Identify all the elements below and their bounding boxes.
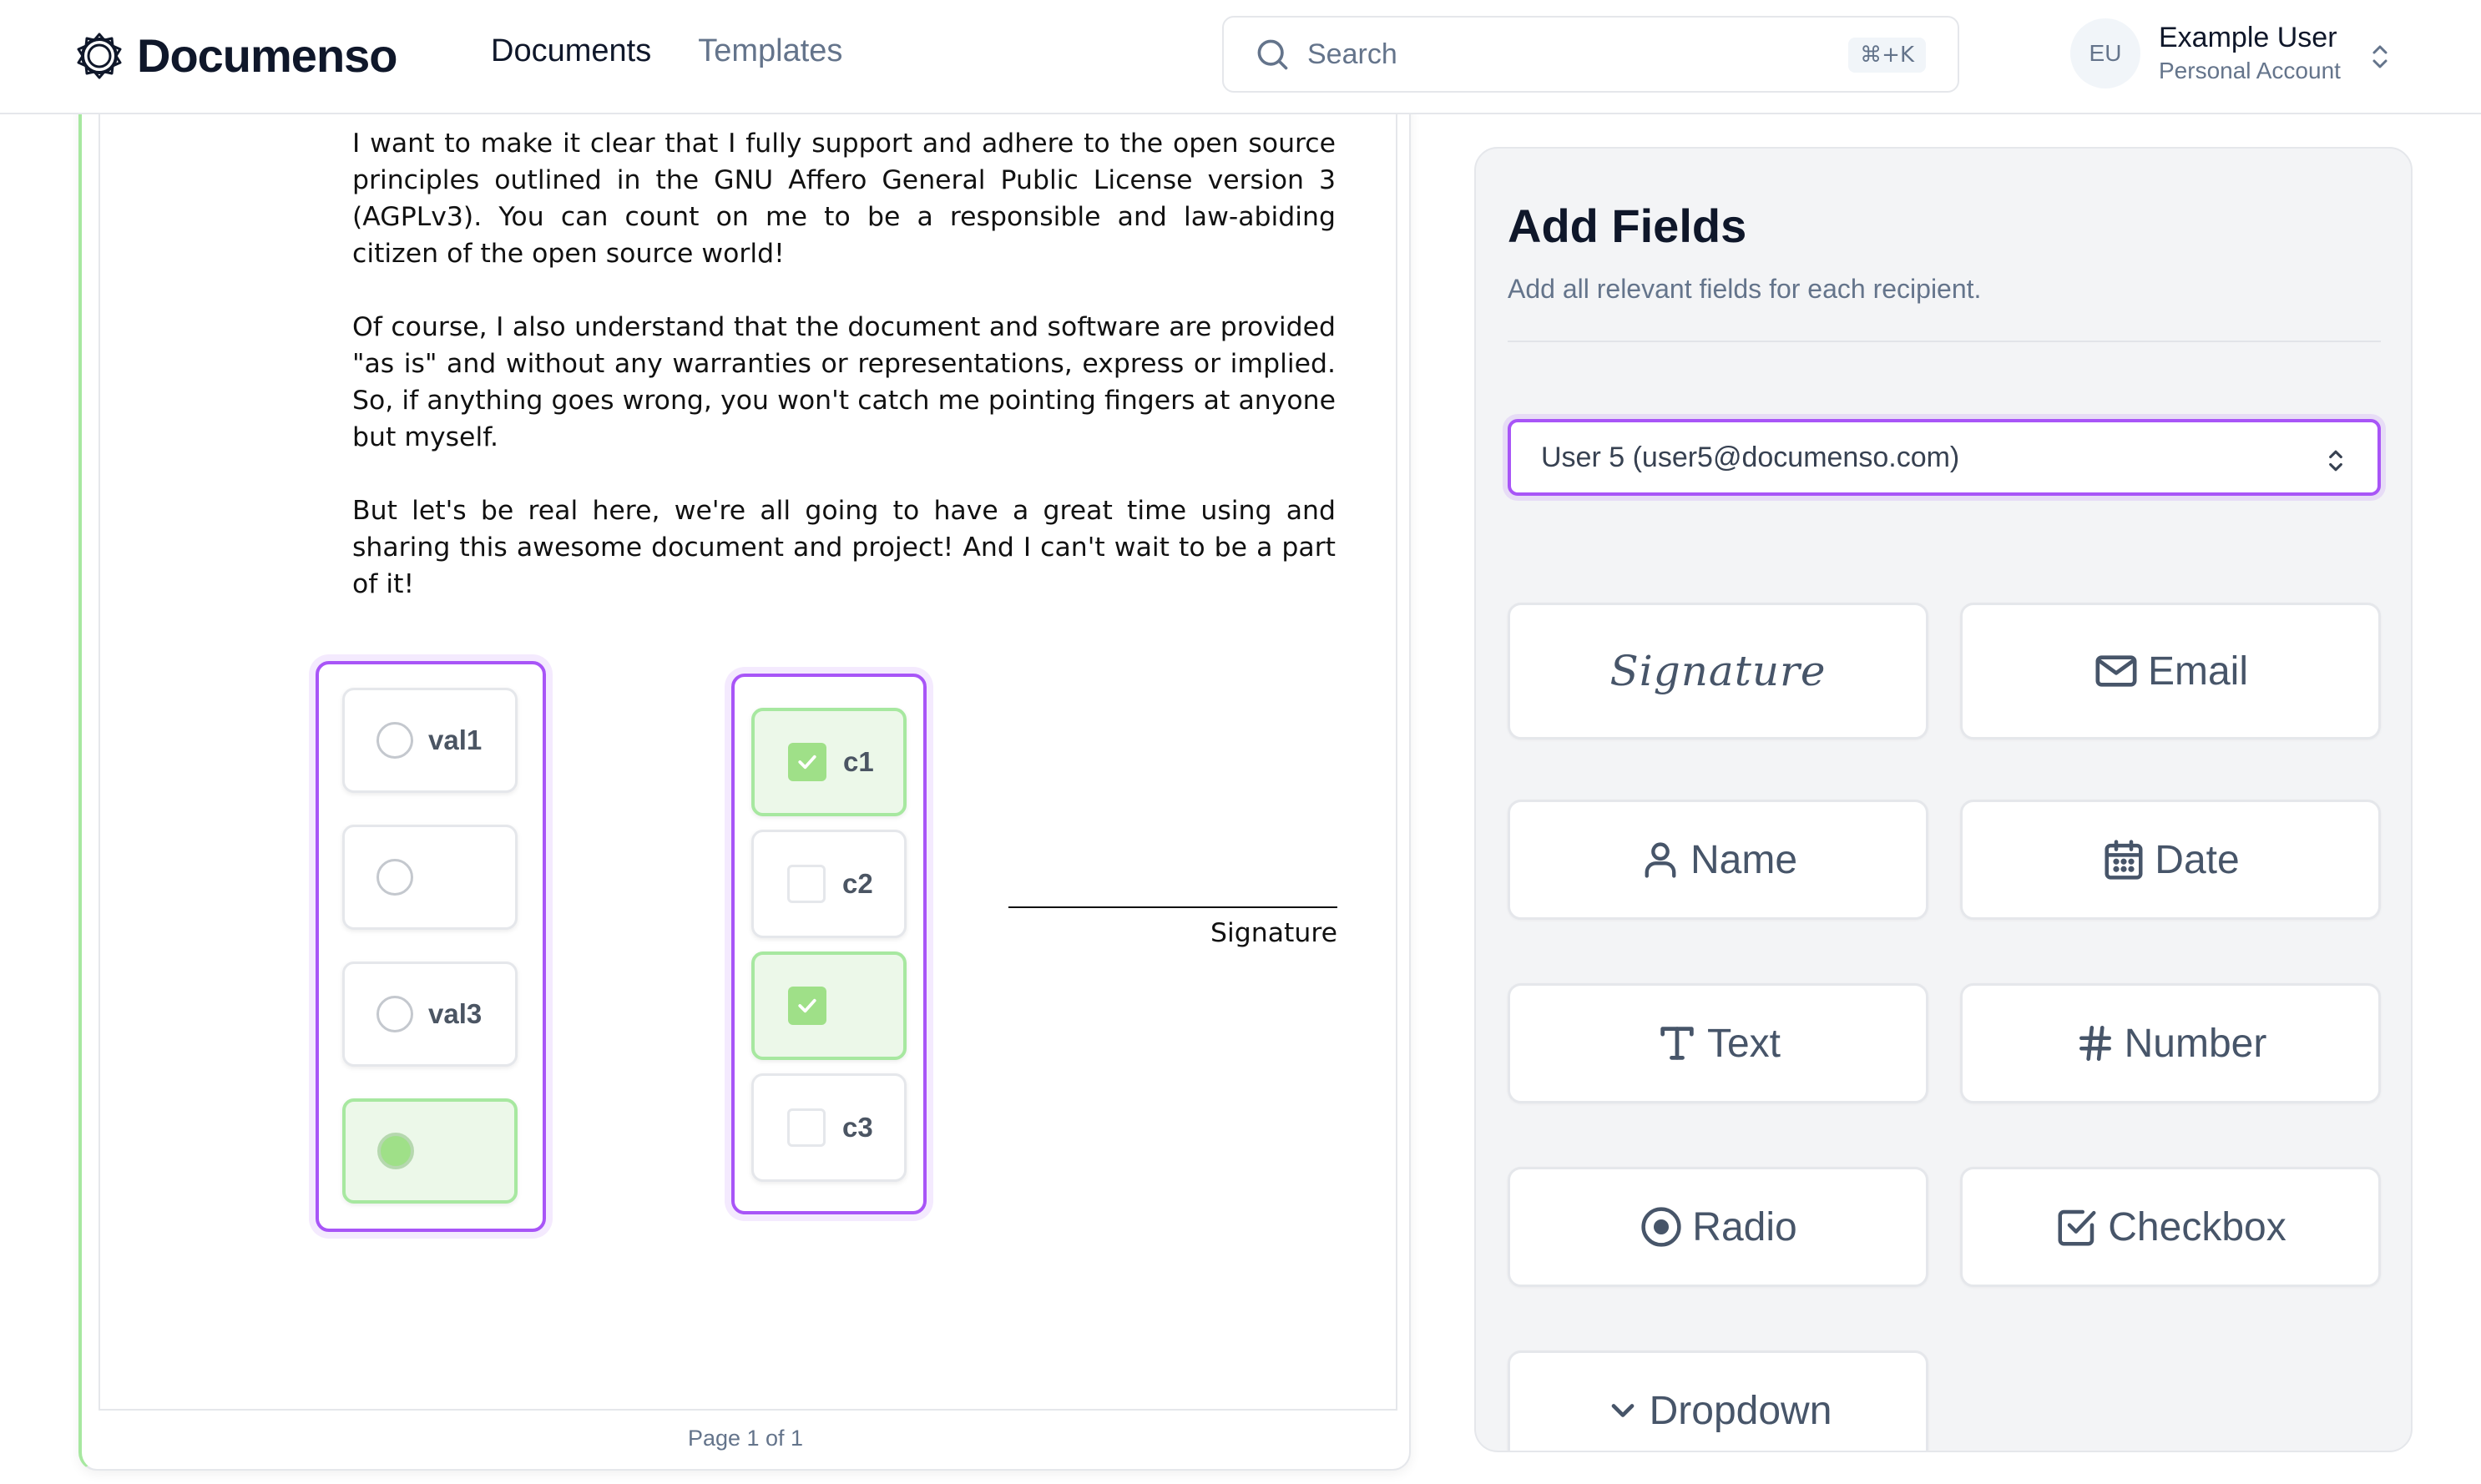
add-radio-field-button[interactable]: Radio: [1508, 1167, 1928, 1287]
top-header: Documenso Documents Templates Search ⌘+K…: [0, 0, 2481, 114]
nav-templates[interactable]: Templates: [698, 33, 842, 69]
checkbox-option-label: c2: [842, 868, 873, 899]
checkbox-checked-icon: [788, 987, 826, 1025]
radio-button-icon: [376, 859, 413, 896]
radio-button-icon: [376, 722, 413, 759]
panel-title: Add Fields: [1508, 199, 1747, 252]
checkbox-option[interactable]: c2: [751, 830, 907, 938]
nav-documents[interactable]: Documents: [491, 33, 651, 69]
search-icon: [1257, 39, 1288, 70]
name-field-label: Name: [1690, 837, 1798, 882]
page-indicator: Page 1 of 1: [687, 1426, 804, 1451]
avatar: EU: [2070, 18, 2140, 88]
add-date-field-button[interactable]: Date: [1960, 800, 2381, 920]
add-checkbox-field-button[interactable]: Checkbox: [1960, 1167, 2381, 1287]
add-dropdown-field-button[interactable]: Dropdown: [1508, 1350, 1928, 1451]
email-field-label: Email: [2147, 649, 2249, 694]
mail-icon: [2095, 655, 2137, 687]
checkbox-option-checked[interactable]: [751, 951, 907, 1060]
document-paragraph: Of course, I also understand that the do…: [352, 312, 1336, 452]
main-nav: Documents Templates: [491, 33, 842, 69]
checkbox-field-label: Checkbox: [2108, 1204, 2286, 1249]
recipient-selected-value: User 5 (user5@documenso.com): [1541, 441, 1960, 473]
search-shortcut-badge: ⌘+K: [1848, 38, 1926, 73]
radio-option[interactable]: val1: [342, 688, 518, 793]
checkbox-option-label: c1: [843, 746, 874, 777]
document-page[interactable]: I want to make it clear that I fully sup…: [99, 60, 1397, 1411]
chevron-down-icon: [1611, 1404, 1634, 1417]
add-fields-panel: Add Fields Add all relevant fields for e…: [1474, 147, 2413, 1452]
account-switcher[interactable]: EU Example User Personal Account: [2070, 18, 2341, 88]
radio-option-label: val3: [428, 998, 483, 1029]
documenso-logo-icon: [77, 33, 122, 78]
text-type-icon: [1660, 1027, 1694, 1060]
signature-field-label: Signature: [1609, 647, 1827, 695]
add-text-field-button[interactable]: Text: [1508, 983, 1928, 1103]
document-paragraph: But let's be real here, we're all going …: [352, 496, 1336, 599]
checkbox-checked-icon: [788, 743, 826, 781]
radio-field-label: Radio: [1692, 1204, 1797, 1249]
panel-subtitle: Add all relevant fields for each recipie…: [1508, 274, 1982, 304]
radio-option[interactable]: [342, 825, 518, 930]
panel-divider: [1508, 341, 2381, 342]
chevron-up-down-icon: [2329, 450, 2342, 472]
recipient-select[interactable]: User 5 (user5@documenso.com): [1508, 419, 2381, 496]
search-placeholder: Search: [1307, 38, 1397, 70]
signature-line-label: Signature: [1210, 918, 1337, 948]
add-number-field-button[interactable]: Number: [1960, 983, 2381, 1103]
checkbox-option-checked[interactable]: c1: [751, 708, 907, 816]
calendar-icon: [2105, 840, 2143, 880]
search-bar[interactable]: Search ⌘+K: [1222, 16, 1959, 93]
hash-icon: [2079, 1025, 2111, 1062]
radio-option-selected[interactable]: [342, 1098, 518, 1204]
checkbox-icon: [787, 1108, 826, 1147]
add-signature-field-button[interactable]: Signature: [1508, 603, 1928, 739]
date-field-label: Date: [2155, 837, 2240, 882]
number-field-label: Number: [2124, 1021, 2267, 1066]
checkbox-icon: [787, 865, 826, 903]
checkbox-option[interactable]: c3: [751, 1073, 907, 1182]
account-info: Example User Personal Account: [2159, 20, 2341, 87]
checkbox-square-icon: [2058, 1209, 2096, 1246]
chevron-up-down-icon[interactable]: [2367, 40, 2393, 73]
account-name: Example User: [2159, 22, 2337, 53]
radio-option-label: val1: [428, 724, 483, 755]
dropdown-field-label: Dropdown: [1649, 1388, 1832, 1433]
checkbox-option-label: c3: [842, 1112, 873, 1143]
document-viewer: I want to make it clear that I fully sup…: [78, 58, 1411, 1471]
radio-button-checked-icon: [377, 1133, 414, 1169]
user-icon: [1645, 842, 1676, 878]
add-name-field-button[interactable]: Name: [1508, 800, 1928, 920]
radio-button-icon: [376, 996, 413, 1032]
brand-name: Documenso: [137, 29, 397, 82]
radio-option[interactable]: val3: [342, 962, 518, 1067]
signature-line: [1008, 906, 1337, 908]
radio-icon: [1641, 1207, 1681, 1247]
account-type: Personal Account: [2159, 58, 2341, 83]
document-paragraph: I want to make it clear that I fully sup…: [352, 129, 1336, 269]
text-field-label: Text: [1706, 1021, 1781, 1066]
add-email-field-button[interactable]: Email: [1960, 603, 2381, 739]
brand-logo[interactable]: Documenso: [75, 28, 397, 83]
